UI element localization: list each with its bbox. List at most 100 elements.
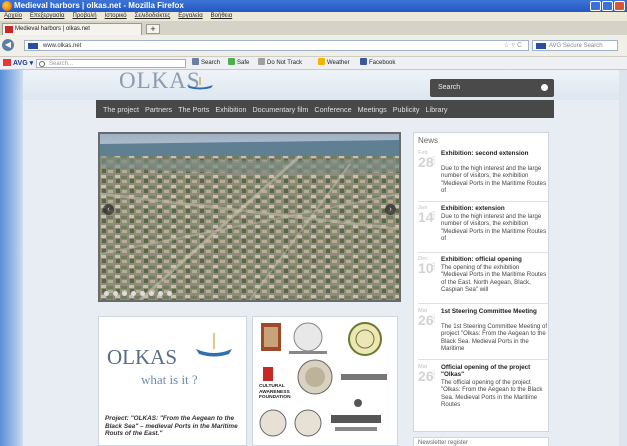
toolbar-search-input[interactable]: Search... [36, 59, 186, 68]
slider-prev-arrow-icon[interactable]: ‹ [103, 204, 114, 215]
web-page: OLKAS Search The project Partners The Po… [23, 70, 627, 446]
news-headline[interactable]: 1st Steering Committee Meeting [441, 308, 547, 315]
news-excerpt: The 1st Steering Committee Meeting of pr… [441, 323, 548, 353]
toolbar-search-button[interactable]: Search [192, 57, 220, 70]
toolbar-search-placeholder: Search... [49, 61, 74, 67]
nav-meetings[interactable]: Meetings [358, 105, 387, 114]
url-bar[interactable]: www.olkas.net ☆ ▿ C [24, 40, 529, 51]
what-logo: OLKAS [107, 345, 178, 369]
menu-view[interactable]: Προβολή [73, 12, 97, 21]
weather-icon [318, 58, 325, 65]
news-item[interactable]: Feb 28 2013 Exhibition: second extension D… [418, 150, 548, 202]
site-favicon-icon [5, 26, 13, 33]
newsletter-register[interactable]: Newsletter register [413, 437, 549, 446]
slider-dot[interactable] [113, 291, 118, 296]
url-actions-icon[interactable]: ☆ ▿ C [503, 41, 522, 51]
what-is-it-card[interactable]: OLKAS what is it ? Project: "OLKAS: "Fro… [98, 316, 247, 446]
menu-history[interactable]: Ιστορικό [105, 12, 127, 21]
news-date: Mar 26 2012 [418, 364, 436, 384]
news-headline[interactable]: Exhibition: second extension [441, 150, 547, 157]
aerial-city-photo [100, 134, 399, 300]
avg-search-placeholder: AVG Secure Search [549, 43, 603, 49]
news-item[interactable]: Mar 26 2012 Official opening of the projec… [418, 364, 548, 424]
right-edge [619, 70, 627, 446]
tab-bar: Medieval harbors | olkas.net + [0, 21, 627, 35]
slider-dot[interactable] [158, 291, 163, 296]
what-is-it-text: what is it ? [141, 372, 198, 387]
search-icon [192, 58, 199, 65]
project-description: Project: "OLKAS: "From the Aegean to the… [105, 415, 238, 437]
nav-the-ports[interactable]: The Ports [178, 105, 209, 114]
slider-dot[interactable] [104, 291, 109, 296]
news-headline[interactable]: Official opening of the project "Olkas" [441, 364, 547, 378]
main-nav: The project Partners The Ports Exhibitio… [96, 100, 554, 118]
slider-dots [104, 291, 172, 296]
news-excerpt: Due to the high interest and the large n… [441, 213, 547, 243]
slider-dot[interactable] [167, 291, 172, 296]
site-header: OLKAS Search [23, 70, 627, 100]
news-excerpt: The opening of the exhibition "Medieval … [441, 264, 547, 294]
url-favicon-icon [28, 43, 38, 49]
tab-label: Medieval harbors | olkas.net [15, 26, 90, 32]
news-date: Feb 28 2013 [418, 150, 436, 170]
nav-the-project[interactable]: The project [103, 105, 139, 114]
avg-logo[interactable]: AVG ▾ [3, 59, 33, 68]
navigation-bar: ◀ www.olkas.net ☆ ▿ C AVG Secure Search [0, 35, 627, 57]
news-excerpt: The official opening of the project "Olk… [441, 379, 543, 409]
news-headline[interactable]: Exhibition: official opening [441, 256, 547, 263]
back-button[interactable]: ◀ [2, 39, 14, 51]
facebook-icon [360, 58, 367, 65]
menu-bar: Αρχείο Επεξεργασία Προβολή Ιστορικό Σελι… [0, 12, 627, 21]
nav-partners[interactable]: Partners [145, 105, 172, 114]
tab-active[interactable]: Medieval harbors | olkas.net [2, 23, 142, 35]
maximize-button[interactable] [602, 1, 613, 11]
avg-toolbar: AVG ▾ Search... Search Safe Do Not Track… [0, 57, 627, 70]
slider-dot[interactable] [149, 291, 154, 296]
new-tab-button[interactable]: + [146, 24, 160, 34]
boat-logo-icon [187, 77, 213, 90]
minimize-button[interactable] [590, 1, 601, 11]
news-item[interactable]: Dec 10 2012 Exhibition: official opening T… [418, 256, 548, 304]
partner-logos [259, 322, 387, 437]
toolbar-safe-button[interactable]: Safe [228, 57, 249, 70]
nav-library[interactable]: Library [426, 105, 448, 114]
toolbar-dnt-button[interactable]: Do Not Track [258, 57, 302, 70]
slider-dot[interactable] [140, 291, 145, 296]
avg-logo-icon [3, 59, 11, 66]
avg-icon [536, 43, 546, 49]
site-search-input[interactable]: Search [430, 79, 554, 97]
news-panel: News Feb 28 2013 Exhibition: second extens… [413, 132, 549, 432]
search-icon [39, 61, 45, 67]
slider-dot[interactable] [122, 291, 127, 296]
nav-conference[interactable]: Conference [314, 105, 351, 114]
news-date: Dec 10 2012 [418, 256, 436, 276]
nav-exhibition[interactable]: Exhibition [215, 105, 246, 114]
close-button[interactable] [614, 1, 625, 11]
menu-edit[interactable]: Επεξεργασία [30, 12, 65, 21]
nav-documentary-film[interactable]: Documentary film [252, 105, 308, 114]
menu-file[interactable]: Αρχείο [4, 12, 22, 21]
shield-icon [228, 58, 235, 65]
search-icon[interactable] [541, 84, 548, 91]
window-titlebar: Medieval harbors | olkas.net - Mozilla F… [0, 0, 627, 12]
slider-next-arrow-icon[interactable]: › [385, 204, 396, 215]
menu-bookmarks[interactable]: Σελιδοδείκτες [135, 12, 171, 21]
desktop-edge [0, 70, 23, 446]
window-title: Medieval harbors | olkas.net - Mozilla F… [14, 1, 184, 10]
toolbar-facebook-button[interactable]: Facebook [360, 57, 395, 70]
news-item[interactable]: Mar 26 2012 1st Steering Committee Meeting… [418, 308, 548, 360]
news-headline[interactable]: Exhibition: extension [441, 205, 547, 212]
news-item[interactable]: Jan 14 2013 Exhibition: extension Due to t… [418, 205, 548, 253]
news-title: News [418, 136, 439, 145]
nav-publicity[interactable]: Publicity [393, 105, 420, 114]
slider-dot[interactable] [131, 291, 136, 296]
avg-search-input[interactable]: AVG Secure Search [532, 40, 618, 51]
image-slider[interactable]: ‹ › [98, 132, 401, 302]
toolbar-weather-button[interactable]: Weather [318, 57, 350, 70]
firefox-icon [2, 1, 12, 11]
eye-icon [258, 58, 265, 65]
news-date: Mar 26 2012 [418, 308, 436, 328]
site-search-placeholder: Search [438, 84, 461, 91]
menu-tools[interactable]: Εργαλεία [178, 12, 202, 21]
menu-help[interactable]: Βοήθεια [211, 12, 233, 21]
